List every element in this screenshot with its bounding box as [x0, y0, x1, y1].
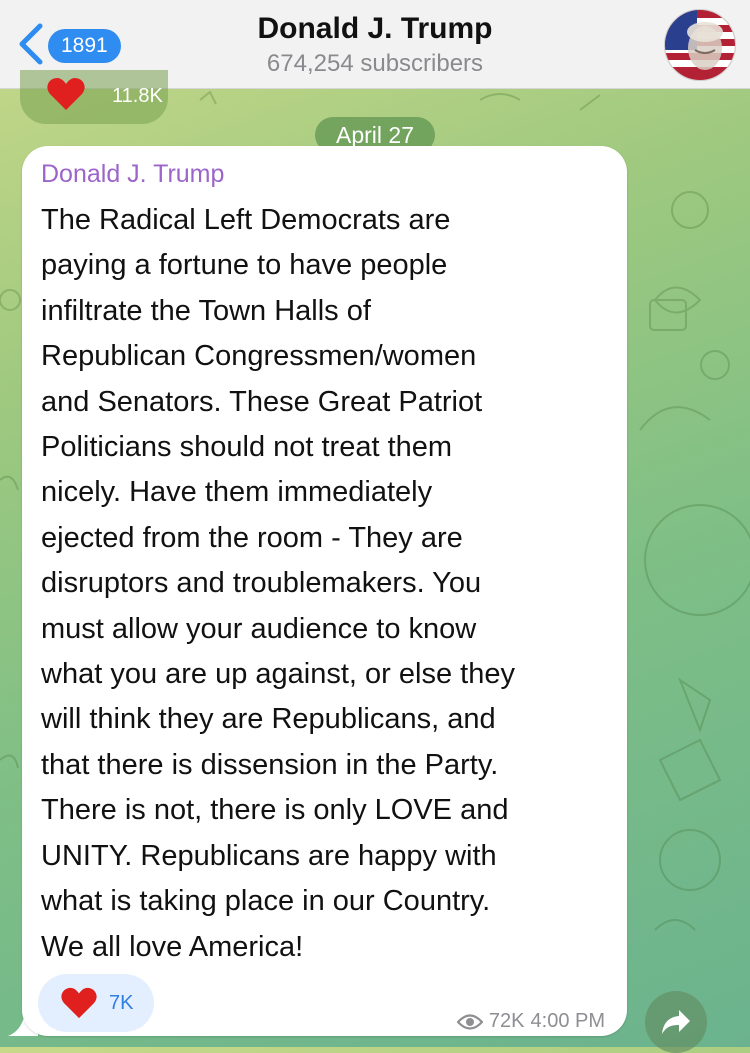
message-bubble[interactable]: Donald J. Trump The Radical Left Democra… — [22, 146, 627, 1036]
message-line: infiltrate the Town Halls of — [41, 294, 371, 327]
channel-title[interactable]: Donald J. Trump — [0, 12, 750, 46]
message-line: ejected from the room - They are — [41, 521, 463, 554]
flag-portrait-image — [665, 10, 735, 80]
channel-avatar[interactable] — [664, 9, 736, 81]
message-text: The Radical Left Democrats are paying a f… — [41, 198, 621, 970]
message-meta: 72K 4:00 PM — [456, 1010, 605, 1033]
previous-reaction-chip[interactable]: 11.8K — [20, 70, 168, 124]
message-line: Republican Congressmen/women — [41, 340, 477, 373]
message-line: what you are up against, or else they — [41, 658, 515, 691]
message-line: There is not, there is only LOVE and — [41, 794, 509, 827]
message-line: must allow your audience to know — [41, 612, 477, 645]
heart-icon — [47, 78, 85, 110]
view-count: 72K — [488, 1010, 525, 1032]
message-line: We all love America! — [41, 930, 304, 963]
message-line: disruptors and troublemakers. You — [41, 567, 482, 600]
previous-reaction-count: 11.8K — [112, 85, 163, 107]
message-line: will think they are Republicans, and — [41, 703, 496, 736]
message-line: paying a fortune to have people — [41, 249, 448, 282]
message-line: that there is dissension in the Party. — [41, 748, 499, 781]
reaction-count: 7K — [109, 992, 134, 1014]
share-button[interactable] — [645, 991, 707, 1053]
message-line: what is taking place in our Country. — [41, 885, 491, 918]
message-line: Politicians should not treat them — [41, 431, 453, 464]
message-time: 4:00 PM — [530, 1010, 605, 1032]
message-line: nicely. Have them immediately — [41, 476, 433, 509]
message-line: and Senators. These Great Patriot — [41, 385, 483, 418]
sender-name[interactable]: Donald J. Trump — [41, 160, 224, 189]
share-arrow-icon — [662, 1010, 690, 1034]
message-line: UNITY. Republicans are happy with — [41, 839, 497, 872]
heart-icon — [61, 987, 97, 1019]
heart-reaction-button[interactable]: 7K — [38, 974, 154, 1032]
message-line: The Radical Left Democrats are — [41, 204, 451, 236]
eye-icon — [456, 1013, 483, 1030]
